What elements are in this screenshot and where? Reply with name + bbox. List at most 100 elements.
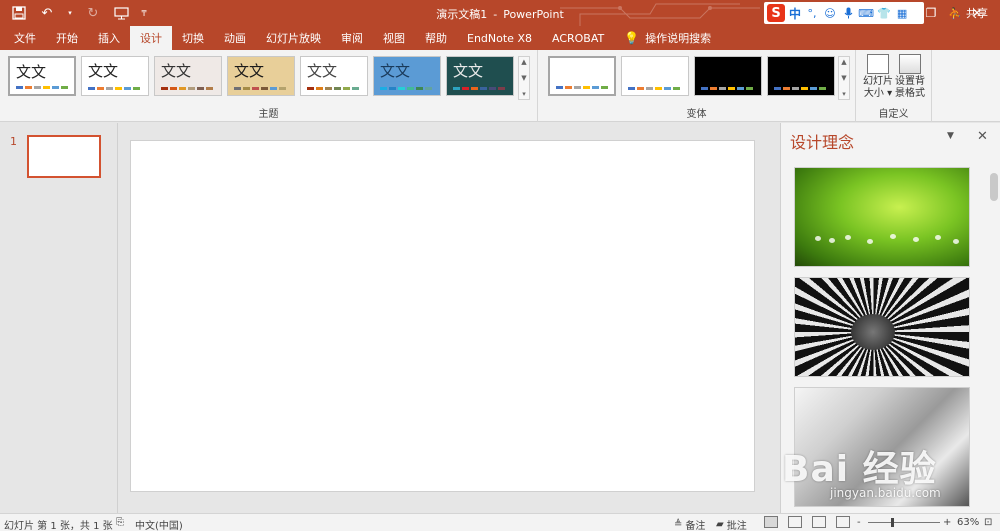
ime-toolbar: S 中 °, ☺ ⌨ 👕 ▦ [764, 2, 924, 24]
tab-9[interactable]: 帮助 [415, 26, 457, 50]
variant-color-bars [701, 87, 753, 90]
variant-color-swatch [592, 86, 599, 89]
comments-button[interactable]: ▰ 批注 [716, 517, 747, 531]
theme-color-swatch [352, 87, 359, 90]
scroll-up-icon[interactable]: ▲ [521, 58, 526, 66]
theme-sample-text: 文文 [307, 62, 338, 80]
design-idea-gray-waves[interactable] [794, 387, 970, 507]
tab-2[interactable]: 插入 [88, 26, 130, 50]
microphone-icon[interactable] [841, 6, 855, 20]
slide-sorter-view-icon[interactable] [788, 516, 802, 528]
tab-label: 审阅 [341, 32, 363, 45]
tab-10[interactable]: EndNote X8 [457, 26, 542, 50]
tab-12[interactable]: 💡 操作说明搜索 [614, 26, 721, 50]
theme-color-swatch [243, 87, 250, 90]
theme-color-swatch [453, 87, 460, 90]
scroll-down-icon[interactable]: ▼ [841, 74, 846, 82]
lightbulb-icon: 💡 [624, 31, 640, 45]
theme-color-swatch [389, 87, 396, 90]
emoji-icon[interactable]: ☺ [823, 6, 837, 20]
design-idea-water-drops[interactable] [794, 167, 970, 267]
theme-thumbnail[interactable]: 文文 [154, 56, 222, 96]
theme-color-swatch [197, 87, 204, 90]
variants-group: ▲ ▼ ▾ 变体 [538, 50, 856, 122]
more-icon[interactable]: ▾ [842, 90, 846, 98]
sogou-logo-icon[interactable]: S [767, 4, 785, 22]
variant-color-swatch [737, 87, 744, 90]
title-separator: - [493, 8, 498, 21]
scroll-up-icon[interactable]: ▲ [841, 58, 846, 66]
format-background-button[interactable]: 设置背 景格式 [894, 54, 926, 100]
reading-view-icon[interactable] [812, 516, 826, 528]
tab-label: 插入 [98, 32, 120, 45]
slideshow-view-icon[interactable] [836, 516, 850, 528]
theme-color-bars [307, 87, 359, 90]
tab-5[interactable]: 动画 [214, 26, 256, 50]
design-idea-radial-spokes[interactable] [794, 277, 970, 377]
language-indicator[interactable]: 中文(中国) [135, 517, 183, 531]
slide-info: 幻灯片 第 1 张，共 1 张 [4, 521, 113, 531]
tab-0[interactable]: 文件 [4, 26, 46, 50]
zoom-level[interactable]: 63% [957, 517, 979, 528]
variant-thumbnail[interactable] [694, 56, 762, 96]
zoom-slider[interactable] [868, 522, 940, 523]
skin-icon[interactable]: 👕 [877, 6, 891, 20]
slide-thumbnail[interactable] [27, 135, 101, 178]
slide-size-button[interactable]: 幻灯片 大小 ▾ [862, 54, 894, 100]
theme-thumbnail[interactable]: 文文 [227, 56, 295, 96]
variant-color-swatch [646, 87, 653, 90]
tab-label: 动画 [224, 32, 246, 45]
tab-8[interactable]: 视图 [373, 26, 415, 50]
tab-3[interactable]: 设计 [130, 26, 172, 50]
format-background-label-2: 景格式 [895, 88, 925, 99]
variant-thumbnail[interactable] [767, 56, 835, 96]
radial-center-decoration [851, 314, 895, 350]
tab-label: 操作说明搜索 [645, 32, 712, 45]
keyboard-icon[interactable]: ⌨ [858, 6, 874, 20]
tab-1[interactable]: 开始 [46, 26, 88, 50]
tab-label: 视图 [383, 32, 405, 45]
theme-sample-text: 文文 [161, 62, 192, 80]
themes-gallery-scroll[interactable]: ▲ ▼ ▾ [518, 56, 530, 100]
tab-7[interactable]: 审阅 [331, 26, 373, 50]
variant-thumbnail[interactable] [548, 56, 616, 96]
person-icon: ⛹ [948, 6, 962, 20]
restore-icon[interactable]: ❐ [908, 0, 954, 26]
theme-color-swatch [124, 87, 131, 90]
status-bar: 幻灯片 第 1 张，共 1 张 ⎘ 中文(中国) ≜ 备注 ▰ 批注 - + 6… [0, 513, 1000, 531]
pane-scrollbar[interactable] [990, 173, 998, 201]
variant-thumbnail[interactable] [621, 56, 689, 96]
tab-6[interactable]: 幻灯片放映 [256, 26, 331, 50]
theme-thumbnail[interactable]: 文文 [81, 56, 149, 96]
spellcheck-icon[interactable]: ⎘ [116, 517, 124, 528]
zoom-in-button[interactable]: + [943, 517, 951, 528]
tab-label: 文件 [14, 32, 36, 45]
theme-color-swatch [261, 87, 268, 90]
theme-thumbnail[interactable]: 文文 [8, 56, 76, 96]
close-icon[interactable]: ✕ [977, 129, 988, 144]
theme-sample-text: 文文 [16, 63, 47, 81]
ime-punct[interactable]: °, [805, 6, 819, 20]
zoom-slider-thumb[interactable] [891, 518, 894, 527]
zoom-out-button[interactable]: - [857, 517, 861, 528]
toolbox-icon[interactable]: ▦ [895, 6, 909, 20]
notes-label: 备注 [685, 521, 706, 531]
tab-4[interactable]: 切换 [172, 26, 214, 50]
theme-thumbnail[interactable]: 文文 [446, 56, 514, 96]
share-button[interactable]: ⛹ 共享 [948, 5, 988, 21]
scroll-down-icon[interactable]: ▼ [521, 74, 526, 82]
normal-view-icon[interactable] [764, 516, 778, 528]
theme-thumbnail[interactable]: 文文 [300, 56, 368, 96]
variant-color-swatch [701, 87, 708, 90]
tab-label: ACROBAT [551, 31, 605, 45]
variants-gallery-scroll[interactable]: ▲ ▼ ▾ [838, 56, 850, 100]
ime-mode[interactable]: 中 [789, 5, 801, 22]
fit-to-window-icon[interactable]: ⊡ [984, 517, 992, 528]
pane-options-icon[interactable]: ▼ [947, 131, 954, 141]
theme-color-swatch [133, 87, 140, 90]
tab-11[interactable]: ACROBAT [542, 26, 614, 50]
theme-thumbnail[interactable]: 文文 [373, 56, 441, 96]
more-icon[interactable]: ▾ [522, 90, 526, 98]
slide-canvas[interactable] [130, 140, 755, 492]
notes-button[interactable]: ≜ 备注 [674, 517, 705, 531]
